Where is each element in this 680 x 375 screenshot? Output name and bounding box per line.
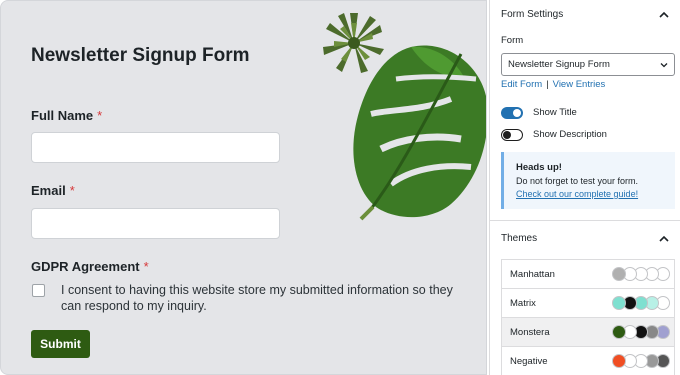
show-description-label: Show Description — [533, 129, 607, 140]
themes-heading[interactable]: Themes — [501, 233, 537, 244]
theme-name: Negative — [510, 356, 548, 367]
theme-swatches — [612, 325, 672, 339]
settings-panel: Form Settings Form Newsletter Signup For… — [489, 0, 680, 375]
submit-button[interactable]: Submit — [31, 330, 90, 358]
gdpr-consent-text: I consent to having this website store m… — [61, 283, 453, 313]
show-title-toggle[interactable] — [501, 107, 523, 119]
succulent-plant-image — [323, 13, 384, 73]
full-name-label: Full Name * — [31, 108, 103, 123]
theme-name: Matrix — [510, 298, 536, 309]
required-asterisk: * — [69, 183, 75, 198]
theme-row-manhattan[interactable]: Manhattan — [502, 260, 674, 289]
theme-row-matrix[interactable]: Matrix — [502, 289, 674, 318]
form-preview: Newsletter Signup Form Full Name * Email *… — [0, 0, 487, 375]
form-title: Newsletter Signup Form — [31, 45, 250, 66]
guide-link[interactable]: Check out our complete guide! — [516, 189, 638, 199]
form-select-value: Newsletter Signup Form — [508, 59, 610, 70]
notice-text: Do not forget to test your form. — [516, 176, 639, 186]
required-asterisk: * — [143, 259, 149, 274]
theme-row-negative[interactable]: Negative — [502, 347, 674, 375]
theme-color-swatch — [612, 325, 626, 339]
theme-color-swatch — [612, 354, 626, 368]
section-divider — [490, 220, 680, 221]
theme-color-swatch — [612, 267, 626, 281]
show-title-label: Show Title — [533, 107, 577, 118]
notice-box: Heads up! Do not forget to test your for… — [501, 152, 675, 209]
chevron-up-icon[interactable] — [658, 233, 670, 245]
form-select[interactable]: Newsletter Signup Form — [501, 53, 675, 76]
view-entries-link[interactable]: View Entries — [553, 79, 606, 90]
email-input[interactable] — [31, 208, 280, 239]
edit-form-link[interactable]: Edit Form — [501, 79, 542, 90]
gdpr-consent-checkbox[interactable] — [32, 284, 45, 297]
theme-color-swatch — [612, 296, 626, 310]
show-description-toggle[interactable] — [501, 129, 523, 141]
theme-row-monstera[interactable]: Monstera — [502, 318, 674, 347]
theme-swatches — [612, 267, 672, 281]
form-links: Edit Form | View Entries — [501, 79, 605, 90]
gdpr-label: GDPR Agreement * — [31, 259, 149, 274]
required-asterisk: * — [97, 108, 103, 123]
notice-title: Heads up! — [516, 162, 562, 173]
chevron-down-icon — [660, 63, 668, 68]
email-label: Email * — [31, 183, 75, 198]
theme-swatches — [612, 354, 672, 368]
theme-name: Manhattan — [510, 269, 555, 280]
form-settings-heading[interactable]: Form Settings — [501, 9, 563, 20]
themes-list: Manhattan Matrix Monstera Negative — [501, 259, 675, 375]
theme-swatches — [612, 296, 672, 310]
monstera-leaf-image — [353, 45, 486, 221]
form-select-label: Form — [501, 35, 524, 46]
full-name-input[interactable] — [31, 132, 280, 163]
chevron-up-icon[interactable] — [658, 9, 670, 21]
link-separator: | — [546, 79, 549, 90]
theme-name: Monstera — [510, 327, 550, 338]
